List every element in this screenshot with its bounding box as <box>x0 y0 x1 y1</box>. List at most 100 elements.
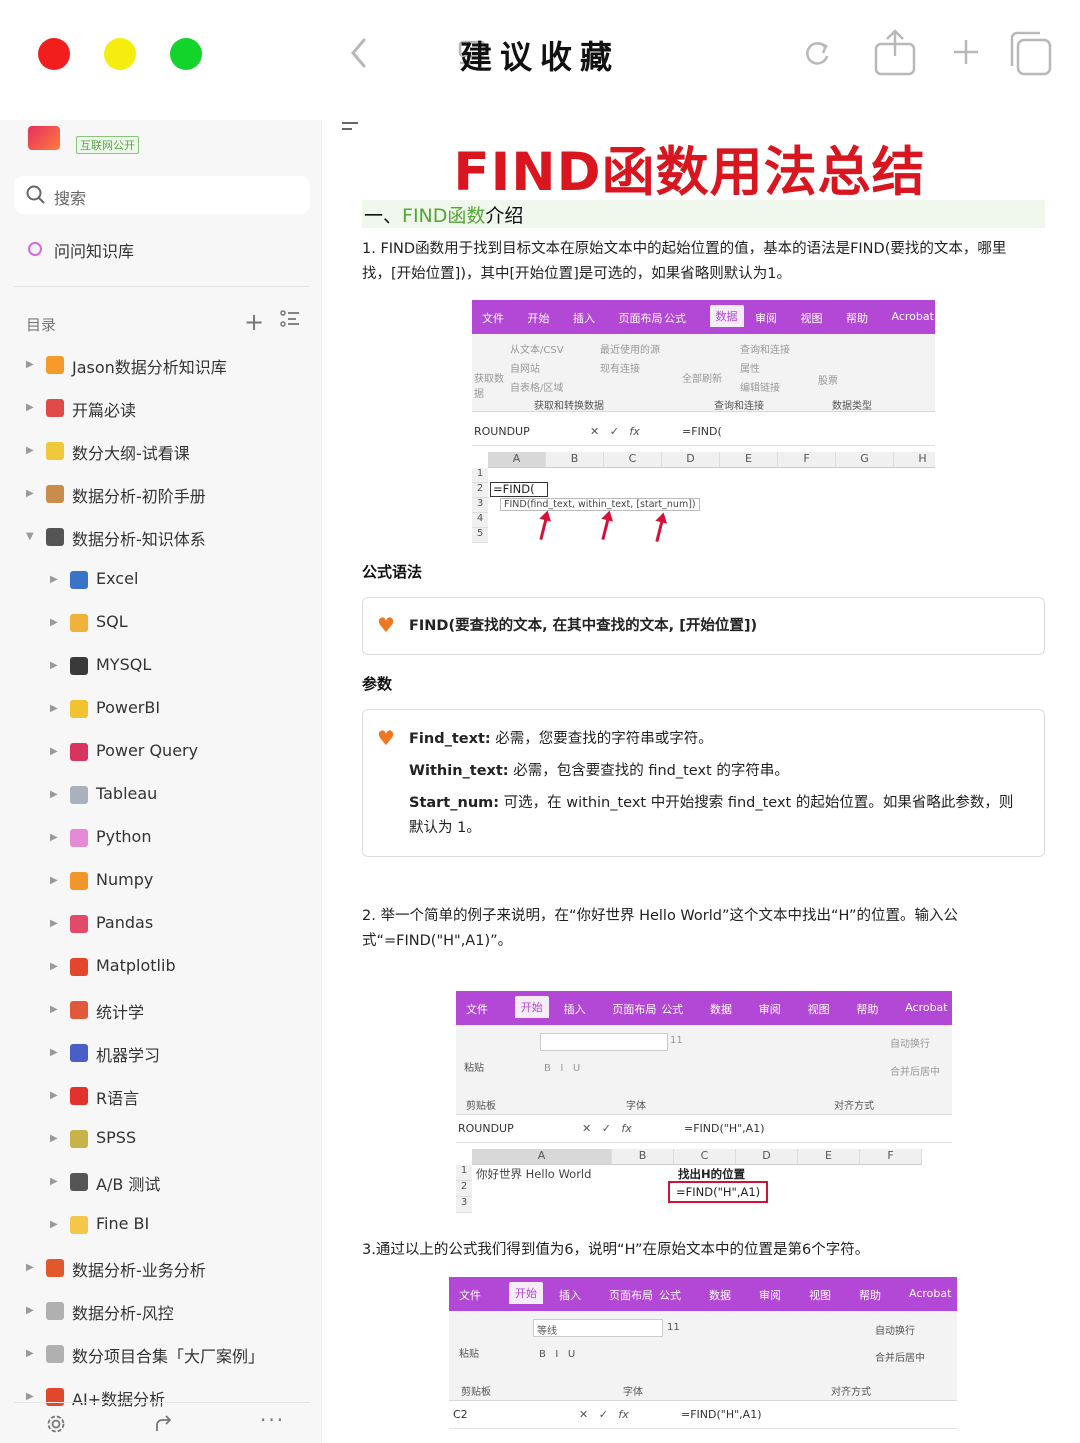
column-header[interactable]: D <box>662 452 720 468</box>
ribbon-tab[interactable]: 审阅 <box>755 310 777 326</box>
row-header[interactable]: 4 <box>472 513 488 528</box>
cell-c1[interactable]: 找出H的位置 <box>678 1166 745 1182</box>
ribbon-tab[interactable]: 插入 <box>564 1001 586 1017</box>
expand-caret-icon[interactable]: ▶ <box>50 832 58 843</box>
row-header[interactable]: 5 <box>472 528 488 543</box>
add-icon[interactable]: + <box>244 308 264 336</box>
expand-caret-icon[interactable]: ▶ <box>50 1133 58 1144</box>
tabs-overview-icon[interactable] <box>1008 30 1054 82</box>
share-out-icon[interactable] <box>154 1414 174 1439</box>
column-header[interactable]: B <box>546 452 604 468</box>
expand-caret-icon[interactable]: ▶ <box>50 574 58 585</box>
more-icon[interactable]: ··· <box>260 1408 285 1432</box>
expand-caret-icon[interactable]: ▶ <box>26 402 34 413</box>
expand-caret-icon[interactable]: ▶ <box>50 617 58 628</box>
cell-a2[interactable]: =FIND( <box>490 482 548 497</box>
column-header[interactable]: A <box>472 1149 612 1165</box>
ribbon-tab[interactable]: 数据 <box>710 1001 732 1017</box>
ribbon-tab[interactable]: 页面布局 <box>619 310 663 326</box>
ribbon-tab[interactable]: 文件 <box>459 1287 481 1303</box>
column-header[interactable]: F <box>778 452 836 468</box>
maximize-window-button[interactable] <box>170 38 202 70</box>
expand-caret-icon[interactable]: ▶ <box>50 703 58 714</box>
ribbon-tab[interactable]: 文件 <box>466 1001 488 1017</box>
ribbon-tab[interactable]: 页面布局 <box>609 1287 653 1303</box>
expand-caret-icon[interactable]: ▶ <box>26 1262 34 1273</box>
expand-caret-icon[interactable]: ▶ <box>26 1391 34 1402</box>
column-header[interactable]: G <box>836 452 894 468</box>
ribbon-tab[interactable]: 开始 <box>528 310 550 326</box>
toc-list-icon[interactable] <box>280 310 300 332</box>
column-header[interactable]: E <box>720 452 778 468</box>
reader-icon[interactable] <box>456 38 488 72</box>
ribbon-tab[interactable]: 开始 <box>509 1282 543 1304</box>
expand-caret-icon[interactable]: ▶ <box>50 918 58 929</box>
row-header[interactable]: 2 <box>472 483 488 498</box>
ribbon-tab[interactable]: 开始 <box>514 996 549 1018</box>
new-tab-icon[interactable] <box>954 38 978 70</box>
ribbon-tab[interactable]: 数据 <box>709 305 744 327</box>
formula-input[interactable]: =FIND( <box>682 425 722 438</box>
ribbon-tab[interactable]: Acrobat <box>905 1001 947 1014</box>
ribbon-tab[interactable]: 帮助 <box>859 1287 881 1303</box>
expand-caret-icon[interactable]: ▶ <box>26 445 34 456</box>
ribbon-tab[interactable]: 公式 <box>659 1287 681 1303</box>
expand-caret-icon[interactable]: ▶ <box>50 875 58 886</box>
expand-caret-icon[interactable]: ▶ <box>50 746 58 757</box>
column-header[interactable]: D <box>736 1149 798 1165</box>
settings-icon[interactable] <box>46 1414 66 1439</box>
expand-caret-icon[interactable]: ▶ <box>50 1090 58 1101</box>
minimize-window-button[interactable] <box>104 38 136 70</box>
column-header[interactable]: A <box>488 452 546 468</box>
ribbon-tab[interactable]: 帮助 <box>856 1001 878 1017</box>
back-icon[interactable] <box>348 36 370 74</box>
formula-input[interactable]: =FIND("H",A1) <box>684 1122 764 1135</box>
ribbon-tab[interactable]: 视图 <box>809 1287 831 1303</box>
cell-a1[interactable]: 你好世界 Hello World <box>476 1166 591 1182</box>
expand-caret-icon[interactable]: ▶ <box>26 1348 34 1359</box>
close-window-button[interactable] <box>38 38 70 70</box>
column-header[interactable]: C <box>604 452 662 468</box>
expand-caret-icon[interactable]: ▶ <box>50 1219 58 1230</box>
collapse-caret-icon[interactable]: ▼ <box>26 531 34 542</box>
ribbon-tab[interactable]: 公式 <box>661 1001 683 1017</box>
expand-caret-icon[interactable]: ▶ <box>50 1047 58 1058</box>
column-header[interactable]: H <box>894 452 935 468</box>
space-avatar[interactable] <box>28 126 60 150</box>
row-header[interactable]: 1 <box>472 468 488 483</box>
row-header[interactable]: 3 <box>472 498 488 513</box>
row-header[interactable]: 3 <box>456 1197 472 1213</box>
ribbon-tab[interactable]: 审阅 <box>759 1287 781 1303</box>
name-box[interactable]: ROUNDUP <box>474 425 530 438</box>
reload-icon[interactable] <box>804 38 832 72</box>
expand-caret-icon[interactable]: ▶ <box>26 359 34 370</box>
ribbon-tab[interactable]: 视图 <box>808 1001 830 1017</box>
expand-caret-icon[interactable]: ▶ <box>26 488 34 499</box>
ribbon-tab[interactable]: 插入 <box>559 1287 581 1303</box>
formula-input[interactable]: =FIND("H",A1) <box>681 1408 761 1421</box>
expand-caret-icon[interactable]: ▶ <box>50 660 58 671</box>
expand-caret-icon[interactable]: ▶ <box>50 1176 58 1187</box>
ribbon-tab[interactable]: 插入 <box>573 310 595 326</box>
ribbon-tab[interactable]: 帮助 <box>846 310 868 326</box>
ribbon-tab[interactable]: Acrobat <box>909 1287 951 1300</box>
expand-caret-icon[interactable]: ▶ <box>50 789 58 800</box>
row-header[interactable]: 2 <box>456 1181 472 1197</box>
column-header[interactable]: E <box>798 1149 860 1165</box>
row-header[interactable]: 1 <box>456 1165 472 1181</box>
ribbon-tab[interactable]: 数据 <box>709 1287 731 1303</box>
column-header[interactable]: B <box>612 1149 674 1165</box>
name-box[interactable]: ROUNDUP <box>458 1122 514 1135</box>
share-icon[interactable] <box>872 28 918 82</box>
expand-caret-icon[interactable]: ▶ <box>26 1305 34 1316</box>
ribbon-tab[interactable]: 公式 <box>664 310 686 326</box>
column-header[interactable]: C <box>674 1149 736 1165</box>
search-input[interactable]: 搜索 <box>14 176 310 214</box>
ribbon-tab[interactable]: Acrobat <box>892 310 934 323</box>
ribbon-tab[interactable]: 视图 <box>801 310 823 326</box>
cell-c2[interactable]: =FIND("H",A1) <box>668 1181 769 1203</box>
name-box[interactable]: C2 <box>453 1408 468 1421</box>
ribbon-tab[interactable]: 页面布局 <box>612 1001 656 1017</box>
ribbon-tab[interactable]: 审阅 <box>759 1001 781 1017</box>
expand-caret-icon[interactable]: ▶ <box>50 1004 58 1015</box>
